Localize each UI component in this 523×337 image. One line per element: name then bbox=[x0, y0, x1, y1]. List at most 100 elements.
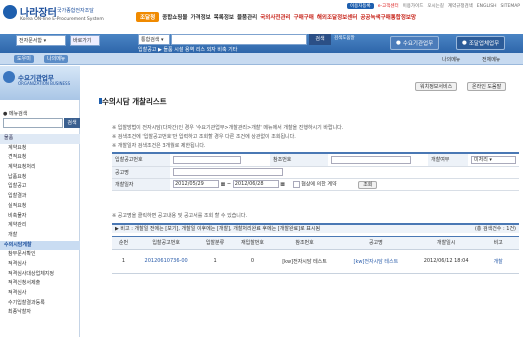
gnb-item-price[interactable]: 가격정보 bbox=[191, 13, 211, 21]
table-cell[interactable]: [kw]전자시담 테스트 bbox=[336, 249, 415, 274]
open-status-label: 개찰여부 bbox=[428, 154, 468, 167]
calendar-icon[interactable]: ▦ bbox=[280, 182, 285, 188]
gnb-item-goods[interactable]: 물품관리 bbox=[237, 13, 257, 21]
date-to-input[interactable]: 2012/06/28 bbox=[232, 180, 279, 188]
table-cell: [kw]전자시담 테스트 bbox=[272, 249, 337, 274]
guide-text-1: ※ 입찰방법이 전자시담(다자간)인 경우 '수요기관업무>개찰관리>개찰' 메… bbox=[112, 125, 344, 131]
sidebar-item[interactable]: 수의시담게찰 bbox=[0, 240, 80, 251]
sidebar-item[interactable]: 입찰결과 bbox=[0, 192, 80, 202]
table-cell[interactable]: 개찰 bbox=[477, 249, 519, 274]
table-cell[interactable]: 20120610736-00 bbox=[134, 249, 198, 274]
watch-info-button[interactable]: 워치정보서비스 bbox=[415, 82, 458, 91]
bid-name-label: 공고명 bbox=[112, 166, 170, 179]
integrated-search-select[interactable]: 통합검색 ▾ bbox=[138, 34, 170, 45]
column-header: 참조번호 bbox=[272, 237, 337, 250]
logo[interactable]: 나라장터 국가종합전자조달 Korea ON-line E-Procuremen… bbox=[3, 4, 104, 30]
column-header: 입찰분류 bbox=[197, 237, 233, 250]
user-business-button[interactable]: ● 수요기관업무 bbox=[390, 36, 440, 50]
util-link-english[interactable]: ENGLISH bbox=[477, 4, 497, 9]
gnb-item-overseas[interactable]: 해외조달정보센터 bbox=[317, 13, 357, 21]
sidebar-item[interactable]: 참부문서확인 bbox=[0, 250, 80, 260]
result-remark: ▶ 비고 : 개찰일 전에는 [보기], 개찰일 이후에는 [개찰], 개찰처리… bbox=[112, 223, 519, 233]
search-button[interactable]: 검색 bbox=[309, 34, 331, 45]
sidebar-item[interactable]: 적격신청서제출 bbox=[0, 279, 80, 289]
gnb-item-green[interactable]: 공공녹색구매통합정보망 bbox=[360, 13, 416, 21]
online-help-button[interactable]: 온라인 도움말 bbox=[467, 82, 507, 91]
util-link-support[interactable]: e-고객센터 bbox=[378, 3, 399, 9]
sidebar-item[interactable]: 적격심사 bbox=[0, 289, 80, 299]
bid-no-input[interactable] bbox=[173, 155, 241, 164]
tab-my-menu[interactable]: 나의메뉴 bbox=[44, 55, 69, 63]
sidebar-item[interactable]: 적격심사 bbox=[0, 260, 80, 270]
my-menu-link[interactable]: 나의메뉴 bbox=[442, 56, 460, 63]
negotiation-checkbox[interactable] bbox=[292, 180, 300, 188]
bid-name-input[interactable] bbox=[173, 168, 283, 176]
result-count: (총 검색건수 : 1건) bbox=[474, 226, 516, 232]
doc-type-select[interactable]: 전자문서함 ▾ bbox=[16, 35, 66, 46]
sidebar-item[interactable]: 입찰공고 bbox=[0, 182, 80, 192]
gnb-item-mall[interactable]: 종합쇼핑몰 bbox=[162, 13, 187, 21]
table-cell: 1 bbox=[112, 249, 135, 274]
table-row: 1 20120610736-00 1 0 [kw]전자시담 테스트 [kw]전자시담 테스… bbox=[112, 249, 519, 274]
sidebar-item[interactable]: 개찰 bbox=[0, 231, 80, 241]
util-link-sitemap[interactable]: SITEMAP bbox=[501, 4, 520, 9]
gnb-item-foreign[interactable]: 국외사전관리 bbox=[260, 13, 290, 21]
gnb-item-pps[interactable]: 조달청 bbox=[136, 12, 160, 22]
column-header: 개찰일시 bbox=[414, 237, 478, 250]
tab-helper[interactable]: 도우미 bbox=[14, 55, 34, 63]
query-button[interactable]: 조회 bbox=[358, 180, 378, 189]
sidebar-item[interactable]: 납품요청 bbox=[0, 173, 80, 183]
left-nav-items: 물품 계약요청 견적요청 계약요청처리 납품요청 입찰공고 입찰결과 실적요청 비축물자 계약관리… bbox=[0, 134, 80, 318]
sidebar-item[interactable]: 계약관리 bbox=[0, 221, 80, 231]
search-help-link[interactable]: 검색도움말 bbox=[334, 35, 355, 41]
column-header: 비고 bbox=[477, 237, 519, 250]
org-icon bbox=[3, 71, 15, 83]
page-title: 수의시담 개찰리스트 bbox=[102, 97, 167, 106]
bid-ticker[interactable]: 입찰공고 ▶ 들품 시설 용역 리스 외자 비축 기타 bbox=[138, 46, 237, 53]
menu-search-label: ● 메뉴검색 bbox=[3, 111, 28, 117]
util-link-register[interactable]: 이용자등록 bbox=[347, 3, 374, 9]
calendar-icon[interactable]: ▦ bbox=[221, 182, 226, 188]
column-header: 재입찰번호 bbox=[232, 237, 273, 250]
util-link-guide[interactable]: 이용가이드 bbox=[403, 3, 424, 9]
logo-icon bbox=[3, 5, 17, 19]
menu-search-button[interactable]: 검색 bbox=[64, 118, 80, 128]
logo-subtitle: 국가종합전자조달 bbox=[57, 8, 94, 14]
sidebar-item[interactable]: 견적요청 bbox=[0, 153, 80, 163]
guide-text-3: ※ 개찰일자 검색조건은 3개월로 제한됩니다. bbox=[112, 143, 206, 149]
sidebar-item[interactable]: 비축물자 bbox=[0, 212, 80, 222]
vendor-icon: ● bbox=[462, 40, 467, 46]
util-link-rules[interactable]: 계약규정검색 bbox=[448, 3, 473, 9]
sidebar-item[interactable]: 수기입찰결과등록 bbox=[0, 299, 80, 309]
top-header: 나라장터 국가종합전자조달 Korea ON-line E-Procuremen… bbox=[0, 0, 523, 34]
search-form: 입찰공고번호 참조번호 개찰여부 미처리 ▾ 공고명 개찰일자 2012/05/… bbox=[112, 152, 519, 191]
ref-no-label: 참조번호 bbox=[270, 154, 328, 167]
sidebar-item[interactable]: 물품 bbox=[0, 134, 80, 144]
open-date-label: 개찰일자 bbox=[112, 178, 170, 191]
left-nav-header: 수요기관업무 ORGANIZATION BUSINESS bbox=[0, 66, 80, 100]
procure-business-button[interactable]: ● 조달업체업무 bbox=[456, 36, 506, 50]
sidebar-item[interactable]: 계약요청처리 bbox=[0, 163, 80, 173]
ref-no-input[interactable] bbox=[331, 155, 411, 164]
menu-search-input[interactable] bbox=[3, 118, 63, 128]
search-input[interactable] bbox=[171, 34, 307, 45]
sidebar-item[interactable]: 계약요청 bbox=[0, 144, 80, 154]
sidebar-item[interactable]: 적격심사대상업체지정 bbox=[0, 270, 80, 280]
doc-type-go-button[interactable]: 바로가기 bbox=[70, 35, 100, 46]
bid-no-label: 입찰공고번호 bbox=[112, 154, 170, 167]
negotiation-label: 협상에 의한 계약 bbox=[301, 181, 337, 188]
date-from-input[interactable]: 2012/05/29 bbox=[173, 180, 219, 188]
util-link-directions[interactable]: 오시는길 bbox=[427, 3, 444, 9]
note-text: ※ 공고명을 클릭하면 공고내용 및 공고서를 조회 할 수 있습니다. bbox=[112, 213, 248, 219]
column-header: 입찰공고번호 bbox=[134, 237, 198, 250]
sidebar-item[interactable]: 실적요청 bbox=[0, 202, 80, 212]
gnb-item-catalog[interactable]: 목록정보 bbox=[214, 13, 234, 21]
logo-eng: Korea ON-line E-Procurement System bbox=[20, 17, 104, 22]
bullet-icon: ● bbox=[3, 111, 8, 117]
gnb-item-purchase[interactable]: 구매구매 bbox=[294, 13, 314, 21]
sidebar-item[interactable]: 최종낙찰자 bbox=[0, 308, 80, 318]
column-header: 순번 bbox=[112, 237, 135, 250]
open-status-select[interactable]: 미처리 ▾ bbox=[471, 155, 516, 164]
result-grid: 순번 입찰공고번호 입찰분류 재입찰번호 참조번호 공고명 개찰일시 비고 1 20120610… bbox=[112, 236, 519, 274]
all-menu-link[interactable]: 전체메뉴 bbox=[482, 56, 500, 63]
